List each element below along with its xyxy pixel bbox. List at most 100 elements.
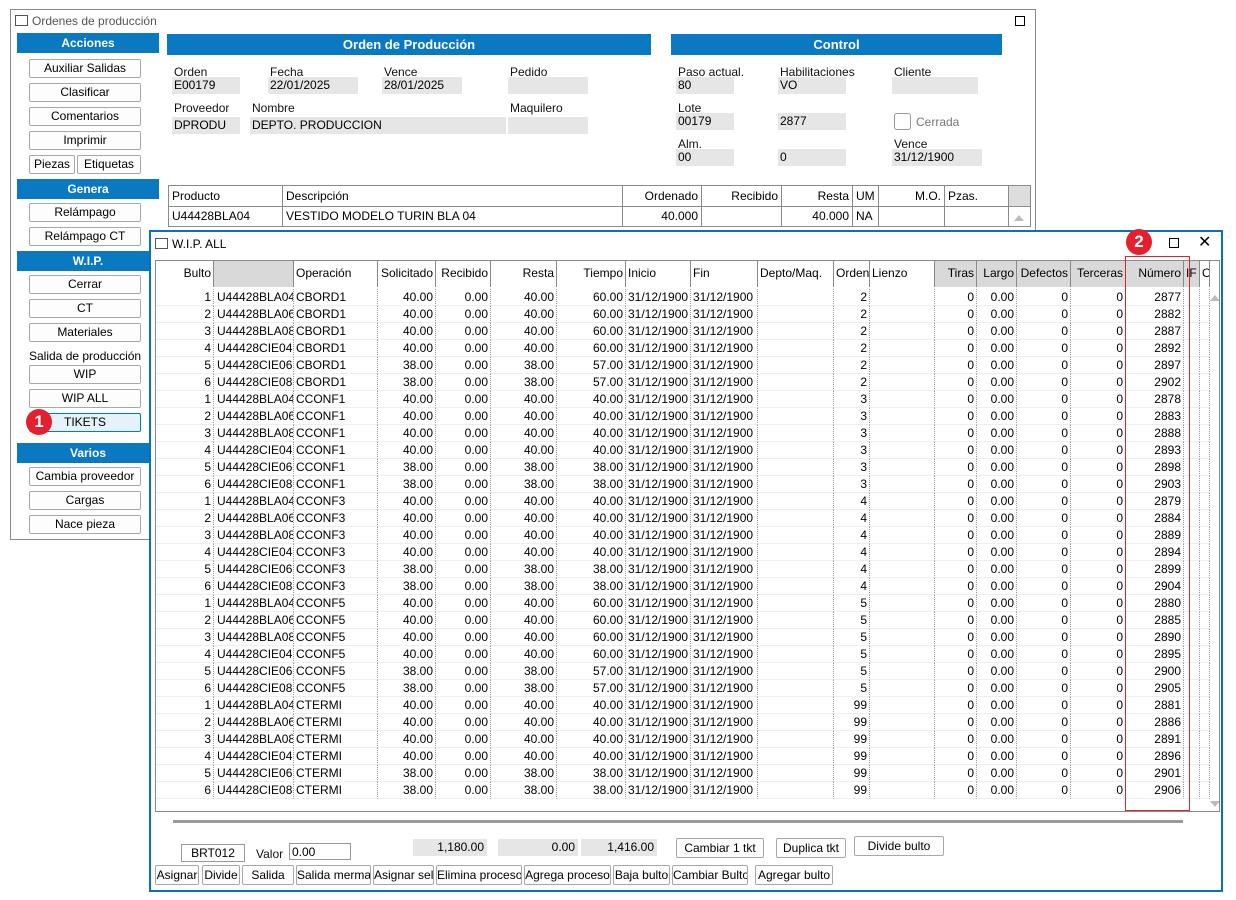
wip-table-row[interactable]: 2 U44428BLA06 CCONF1 40.00 0.00 40.00 40.00 31/…	[156, 408, 1210, 425]
wip-table-row[interactable]: 6 U44428CIE08 CCONF5 38.00 0.00 38.00 57.00 31/…	[156, 680, 1210, 697]
wip-col-header[interactable]: Orden	[834, 261, 870, 287]
wip-col-header[interactable]: Depto/Maq.	[758, 261, 834, 287]
wip-col-header[interactable]: Largo	[977, 261, 1017, 287]
auxiliar-salidas-button[interactable]: Auxiliar Salidas	[29, 59, 141, 78]
cambiar-bulto-button[interactable]: Cambiar Bulto	[672, 865, 748, 885]
lote-number-field[interactable]: 2877	[778, 113, 846, 130]
wip-table-row[interactable]: 4 U44428CIE04 CCONF3 40.00 0.00 40.00 40.00 31/…	[156, 544, 1210, 561]
col-recibido[interactable]: Recibido	[702, 186, 782, 206]
product-scroll-up[interactable]	[1009, 207, 1030, 226]
cargas-button[interactable]: Cargas	[29, 491, 141, 510]
relampago-button[interactable]: Relámpago	[29, 203, 141, 222]
wip-table-row[interactable]: 2 U44428BLA06 CCONF3 40.00 0.00 40.00 40.00 31/…	[156, 510, 1210, 527]
imprimir-button[interactable]: Imprimir	[29, 131, 141, 150]
wip-table-row[interactable]: 6 U44428CIE08 CCONF3 38.00 0.00 38.00 38.00 31/…	[156, 578, 1210, 595]
wip-table-row[interactable]: 6 U44428CIE08 CTERMI 38.00 0.00 38.00 38.00 31/…	[156, 782, 1210, 799]
wip-table-row[interactable]: 3 U44428BLA08 CCONF5 40.00 0.00 40.00 60.00 31/…	[156, 629, 1210, 646]
wip-col-header[interactable]: Tiempo	[557, 261, 626, 287]
col-um[interactable]: UM	[853, 186, 879, 206]
orden-field[interactable]: E00179	[172, 77, 240, 94]
wip-col-header[interactable]: Resta	[491, 261, 557, 287]
relampago-ct-button[interactable]: Relámpago CT	[29, 227, 141, 246]
asignar-button[interactable]: Asignar	[155, 865, 199, 885]
wip-table-row[interactable]: 3 U44428BLA08 CCONF3 40.00 0.00 40.00 40.00 31/…	[156, 527, 1210, 544]
wip-table-row[interactable]: 5 U44428CIE06 CCONF1 38.00 0.00 38.00 38.00 31/…	[156, 459, 1210, 476]
lote-field[interactable]: 00179	[676, 113, 734, 130]
agrega-proceso-button[interactable]: Agrega proceso	[524, 865, 611, 885]
habilitaciones-field[interactable]: VO	[778, 77, 846, 94]
wip-col-header[interactable]: Solicitado	[378, 261, 436, 287]
wip-col-header[interactable]: Fin	[691, 261, 758, 287]
scroll-up-icon[interactable]	[1210, 295, 1219, 301]
wip-col-header[interactable]: Lienzo	[870, 261, 935, 287]
cliente-field[interactable]	[892, 77, 978, 94]
wip-table-row[interactable]: 2 U44428BLA06 CBORD1 40.00 0.00 40.00 60.00 31/…	[156, 306, 1210, 323]
cambia-proveedor-button[interactable]: Cambia proveedor	[29, 467, 141, 486]
salida-button[interactable]: Salida	[242, 865, 294, 885]
etiquetas-button[interactable]: Etiquetas	[77, 155, 141, 174]
wip-button[interactable]: WIP	[29, 365, 141, 384]
wip-table-row[interactable]: 6 U44428CIE08 CBORD1 38.00 0.00 38.00 57.00 31/…	[156, 374, 1210, 391]
alm-field[interactable]: 00	[676, 149, 734, 166]
wip-table-row[interactable]: 1 U44428BLA04 CTERMI 40.00 0.00 40.00 40.00 31/…	[156, 697, 1210, 714]
divide-button[interactable]: Divide	[202, 865, 240, 885]
duplica-tkt-button[interactable]: Duplica tkt	[776, 838, 846, 858]
col-ordenado[interactable]: Ordenado	[623, 186, 702, 206]
wip-table-row[interactable]: 1 U44428BLA04 CCONF5 40.00 0.00 40.00 60.00 31/…	[156, 595, 1210, 612]
baja-bulto-button[interactable]: Baja bulto	[613, 865, 670, 885]
maquilero-field[interactable]	[508, 117, 588, 134]
control-vence-field[interactable]: 31/12/1900	[892, 149, 982, 166]
wip-table-row[interactable]: 5 U44428CIE06 CBORD1 38.00 0.00 38.00 57.00 31/…	[156, 357, 1210, 374]
wip-table-row[interactable]: 3 U44428BLA08 CCONF1 40.00 0.00 40.00 40.00 31/…	[156, 425, 1210, 442]
wip-col-header[interactable]: Inicio	[626, 261, 691, 287]
wip-table-row[interactable]: 1 U44428BLA04 CCONF1 40.00 0.00 40.00 40.00 31/…	[156, 391, 1210, 408]
wip-col-header[interactable]: Recibido	[436, 261, 491, 287]
asignar-sel-button[interactable]: Asignar sel	[373, 865, 434, 885]
product-row[interactable]: U44428BLA04 VESTIDO MODELO TURIN BLA 04 …	[168, 207, 1031, 227]
col-resta[interactable]: Resta	[782, 186, 853, 206]
wip-table-row[interactable]: 2 U44428BLA06 CTERMI 40.00 0.00 40.00 40.00 31/…	[156, 714, 1210, 731]
vence-field[interactable]: 28/01/2025	[382, 77, 462, 94]
wip-table-row[interactable]: 5 U44428CIE06 CTERMI 38.00 0.00 38.00 38.00 31/…	[156, 765, 1210, 782]
wip-table-row[interactable]: 5 U44428CIE06 CCONF5 38.00 0.00 38.00 57.00 31/…	[156, 663, 1210, 680]
wip-col-header[interactable]: Bulto	[156, 261, 214, 287]
agregar-bulto-button[interactable]: Agregar bulto	[755, 865, 833, 885]
col-mo[interactable]: M.O.	[879, 186, 945, 206]
comentarios-button[interactable]: Comentarios	[29, 107, 141, 126]
piezas-button[interactable]: Piezas	[29, 155, 75, 174]
wip-col-header[interactable]: Tiras	[935, 261, 977, 287]
alm-number-field[interactable]: 0	[778, 149, 846, 166]
proveedor-field[interactable]: DPRODU	[172, 117, 240, 134]
scroll-down-icon[interactable]	[1210, 801, 1219, 807]
cambiar-1-tkt-button[interactable]: Cambiar 1 tkt	[676, 838, 764, 858]
cerrar-button[interactable]: Cerrar	[29, 275, 141, 294]
wip-horizontal-scrollbar[interactable]	[155, 814, 1220, 828]
wip-table-row[interactable]: 4 U44428CIE04 CCONF5 40.00 0.00 40.00 60.00 31/…	[156, 646, 1210, 663]
salida-merma-button[interactable]: Salida merma	[296, 865, 371, 885]
wip-table-row[interactable]: 2 U44428BLA06 CCONF5 40.00 0.00 40.00 60.00 31/…	[156, 612, 1210, 629]
wip-table-row[interactable]: 3 U44428BLA08 CTERMI 40.00 0.00 40.00 40.00 31/…	[156, 731, 1210, 748]
wip-table-row[interactable]: 3 U44428BLA08 CBORD1 40.00 0.00 40.00 60.00 31/…	[156, 323, 1210, 340]
wip-maximize-icon[interactable]	[1169, 238, 1179, 248]
col-descripcion[interactable]: Descripción	[283, 186, 623, 206]
wip-table-row[interactable]: 4 U44428CIE04 CBORD1 40.00 0.00 40.00 60.00 31/…	[156, 340, 1210, 357]
wip-col-header[interactable]	[214, 261, 294, 287]
scroll-thumb[interactable]	[173, 820, 1183, 823]
wip-table-row[interactable]: 6 U44428CIE08 CCONF1 38.00 0.00 38.00 38.00 31/…	[156, 476, 1210, 493]
wip-table-row[interactable]: 4 U44428CIE04 CCONF1 40.00 0.00 40.00 40.00 31/…	[156, 442, 1210, 459]
wip-all-button[interactable]: WIP ALL	[29, 389, 141, 408]
close-icon[interactable]: ✕	[1198, 235, 1211, 251]
valor-input[interactable]: 0.00	[289, 843, 351, 860]
clasificar-button[interactable]: Clasificar	[29, 83, 141, 102]
maximize-icon[interactable]	[1015, 16, 1025, 26]
wip-col-header[interactable]: Terceras	[1071, 261, 1126, 287]
paso-actual-field[interactable]: 80	[676, 77, 734, 94]
wip-table-row[interactable]: 1 U44428BLA04 CCONF3 40.00 0.00 40.00 40.00 31/…	[156, 493, 1210, 510]
wip-table-row[interactable]: 4 U44428CIE04 CTERMI 40.00 0.00 40.00 40.00 31/…	[156, 748, 1210, 765]
col-producto[interactable]: Producto	[169, 186, 283, 206]
materiales-button[interactable]: Materiales	[29, 323, 141, 342]
brt-field[interactable]: BRT012	[181, 844, 245, 862]
elimina-proceso-button[interactable]: Elimina proceso	[436, 865, 522, 885]
nace-pieza-button[interactable]: Nace pieza	[29, 515, 141, 534]
ct-button[interactable]: CT	[29, 299, 141, 318]
